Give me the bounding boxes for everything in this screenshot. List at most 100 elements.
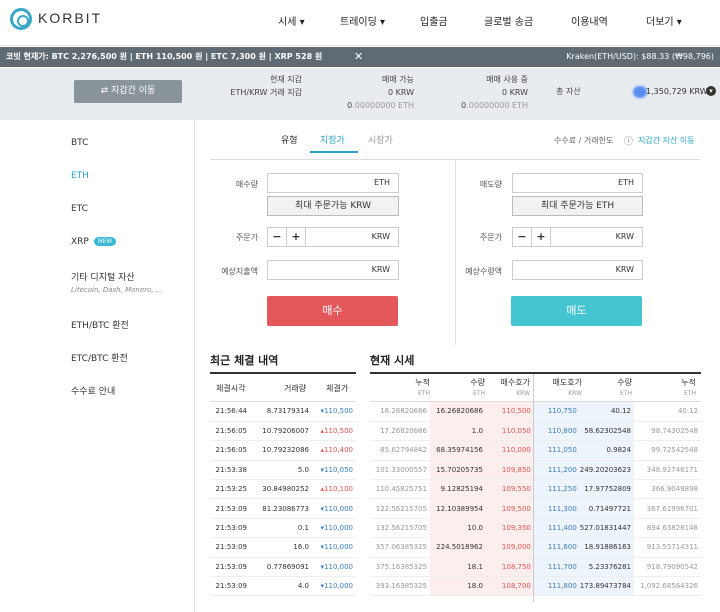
sell-price-minus-button[interactable]: − xyxy=(512,227,532,247)
trade-volume: 4.0 xyxy=(250,576,312,597)
bid-price: 110,500 xyxy=(485,402,534,422)
table-row[interactable]: 16.26820686 16.26820686 110,500 110,750 40.1… xyxy=(370,402,701,422)
nav-more[interactable]: 더보기 ▾ xyxy=(646,13,682,28)
korbit-logo-icon[interactable] xyxy=(10,8,32,30)
bid-price: 110,000 xyxy=(485,440,534,461)
mute-icon[interactable]: ✕ xyxy=(354,51,366,63)
ask-qty: 0.9824 xyxy=(579,440,634,461)
table-row[interactable]: 132.56215705 10.0 109,350 111,400 527.018314… xyxy=(370,518,701,539)
info-icon[interactable]: ⓘ xyxy=(624,134,633,147)
ask-cum: 918.79090542 xyxy=(634,557,701,578)
in-use-eth: 0.00000000 ETH xyxy=(461,101,528,110)
nav-trading[interactable]: 트레이딩 ▾ xyxy=(340,13,385,28)
ask-cum: 348.92746171 xyxy=(634,460,701,481)
buy-price-input[interactable]: KRW xyxy=(305,227,399,247)
in-use-label: 매매 사용 중 xyxy=(486,75,528,84)
sidebar-item-fees[interactable]: 수수료 안내 xyxy=(71,384,115,397)
nav-deposit[interactable]: 입출금 xyxy=(420,13,448,28)
sell-price-label: 주문가 xyxy=(479,233,502,242)
bid-qty: 18.0 xyxy=(429,576,486,597)
bid-price: 109,850 xyxy=(485,460,534,481)
sidebar-item-etc[interactable]: ETC xyxy=(71,204,88,214)
sidebar-item-btc[interactable]: BTC xyxy=(71,138,88,148)
sell-expected-input[interactable]: KRW xyxy=(512,260,643,280)
tab-market[interactable]: 시장가 xyxy=(368,133,393,146)
trade-price: ▾110,000 xyxy=(312,498,356,519)
table-row[interactable]: 17.26820686 1.0 110,050 110,800 58.62302548 9… xyxy=(370,421,701,442)
table-row: 21:53:38 5.0 ▾110,050 xyxy=(210,460,356,481)
total-assets-label: 총 자산 xyxy=(556,87,581,96)
bid-price: 109,500 xyxy=(485,498,534,519)
bid-qty: 16.26820686 xyxy=(429,402,486,422)
divider xyxy=(533,374,534,602)
bid-qty: 15.70205735 xyxy=(429,460,486,481)
trade-price: ▴110,400 xyxy=(312,440,356,461)
trade-time: 21:53:09 xyxy=(210,537,250,558)
ask-price: 111,200 xyxy=(533,460,580,481)
sidebar-item-other-assets[interactable]: 기타 디지털 자산 xyxy=(71,270,135,283)
table-row[interactable]: 101.33000557 15.70205735 109,850 111,200 249… xyxy=(370,460,701,481)
sidebar-item-eth-btc[interactable]: ETH/BTC 환전 xyxy=(71,318,129,331)
table-row[interactable]: 393.16385325 18.0 108,700 111,800 173.894737… xyxy=(370,576,701,597)
available-label: 매매 가능 xyxy=(382,75,414,84)
chevron-down-icon[interactable]: ▾ xyxy=(706,86,716,96)
max-eth-button[interactable]: 최대 주문가능 ETH xyxy=(512,196,643,216)
bid-cum: 122.56215705 xyxy=(370,498,430,519)
other-assets-sub: Litecoin, Dash, Monero, ... xyxy=(71,286,163,294)
table-row[interactable]: 357.06385325 224.5018962 109,000 111,600 18.… xyxy=(370,537,701,558)
fee-limit-link[interactable]: 수수료 / 거래한도 xyxy=(554,135,613,146)
ask-cum: 913.55714311 xyxy=(634,537,701,558)
sidebar-item-xrp[interactable]: XRP xyxy=(71,237,89,247)
ask-price: 110,800 xyxy=(533,421,580,442)
asset-transfer-link[interactable]: 지갑간 자산 이동 xyxy=(638,135,695,146)
buy-expected-input[interactable]: KRW xyxy=(267,260,399,280)
sidebar-item-etc-btc[interactable]: ETC/BTC 환전 xyxy=(71,351,128,364)
nav-history[interactable]: 이용내역 xyxy=(571,13,608,28)
ask-cum: 1,092.68564326 xyxy=(634,576,701,597)
price-ticker: 코빗 현재가: BTC 2,276,500 원 | ETH 110,500 원 … xyxy=(0,47,720,67)
sell-price-plus-button[interactable]: + xyxy=(531,227,551,247)
col-ask-qty: 수량 xyxy=(617,378,632,387)
max-krw-button[interactable]: 최대 주문가능 KRW xyxy=(267,196,399,216)
ask-price: 110,750 xyxy=(533,402,580,422)
bid-price: 109,350 xyxy=(485,518,534,539)
bid-qty: 10.0 xyxy=(429,518,486,539)
buy-price-plus-button[interactable]: + xyxy=(286,227,306,247)
tab-type: 유형 xyxy=(281,136,298,146)
buy-price-minus-button[interactable]: − xyxy=(267,227,287,247)
recent-trades-table: 체결시각 거래량 체결가 21:56:44 8.73179314 ▾110,500 2… xyxy=(210,372,356,602)
table-row[interactable]: 122.56215705 12.10389954 109,500 111,300 0.7… xyxy=(370,498,701,519)
ask-price: 111,600 xyxy=(533,537,580,558)
buy-qty-input[interactable]: ETH xyxy=(267,173,399,193)
bid-qty: 68.35974156 xyxy=(429,440,486,461)
blurred-amount xyxy=(633,86,647,98)
sell-qty-input[interactable]: ETH xyxy=(512,173,643,193)
buy-qty-label: 매수량 xyxy=(235,180,258,189)
table-row: 21:56:05 10.79206007 ▴110,500 xyxy=(210,421,356,442)
col-unit: KRW xyxy=(568,390,582,397)
sell-price-input[interactable]: KRW xyxy=(550,227,643,247)
nav-market[interactable]: 시세 ▾ xyxy=(278,13,305,28)
trade-volume: 30.84980252 xyxy=(250,479,312,500)
table-row[interactable]: 110.45825751 9.12825194 109,550 111,250 17.9… xyxy=(370,479,701,500)
trade-time: 21:56:05 xyxy=(210,440,250,461)
sidebar xyxy=(60,120,195,612)
buy-button[interactable]: 매수 xyxy=(267,296,398,326)
wallet-transfer-button[interactable]: ⇄ 지갑간 이동 xyxy=(74,80,182,103)
sell-button[interactable]: 매도 xyxy=(511,296,642,326)
bid-cum: 85.62794842 xyxy=(370,440,430,461)
trade-volume: 0.77869091 xyxy=(250,557,312,578)
brand-name[interactable]: KORBIT xyxy=(38,10,102,26)
table-row: 21:53:09 81.23086773 ▾110,000 xyxy=(210,498,356,519)
sidebar-item-eth[interactable]: ETH xyxy=(71,171,89,181)
tab-limit[interactable]: 지정가 xyxy=(320,133,345,146)
bid-qty: 9.12825194 xyxy=(429,479,486,500)
table-row: 21:56:44 8.73179314 ▾110,500 xyxy=(210,402,356,422)
trade-price: ▾110,050 xyxy=(312,460,356,481)
trade-volume: 0.1 xyxy=(250,518,312,539)
top-nav: KORBIT 시세 ▾ 트레이딩 ▾ 입출금 글로벌 송금 이용내역 더보기 ▾ xyxy=(0,0,720,46)
table-row[interactable]: 375.16385325 18.1 108,750 111,700 5.23376281… xyxy=(370,557,701,578)
nav-global-remit[interactable]: 글로벌 송금 xyxy=(484,13,533,28)
table-row[interactable]: 85.62794842 68.35974156 110,000 111,050 0.98… xyxy=(370,440,701,461)
ask-qty: 18.91886163 xyxy=(579,537,634,558)
